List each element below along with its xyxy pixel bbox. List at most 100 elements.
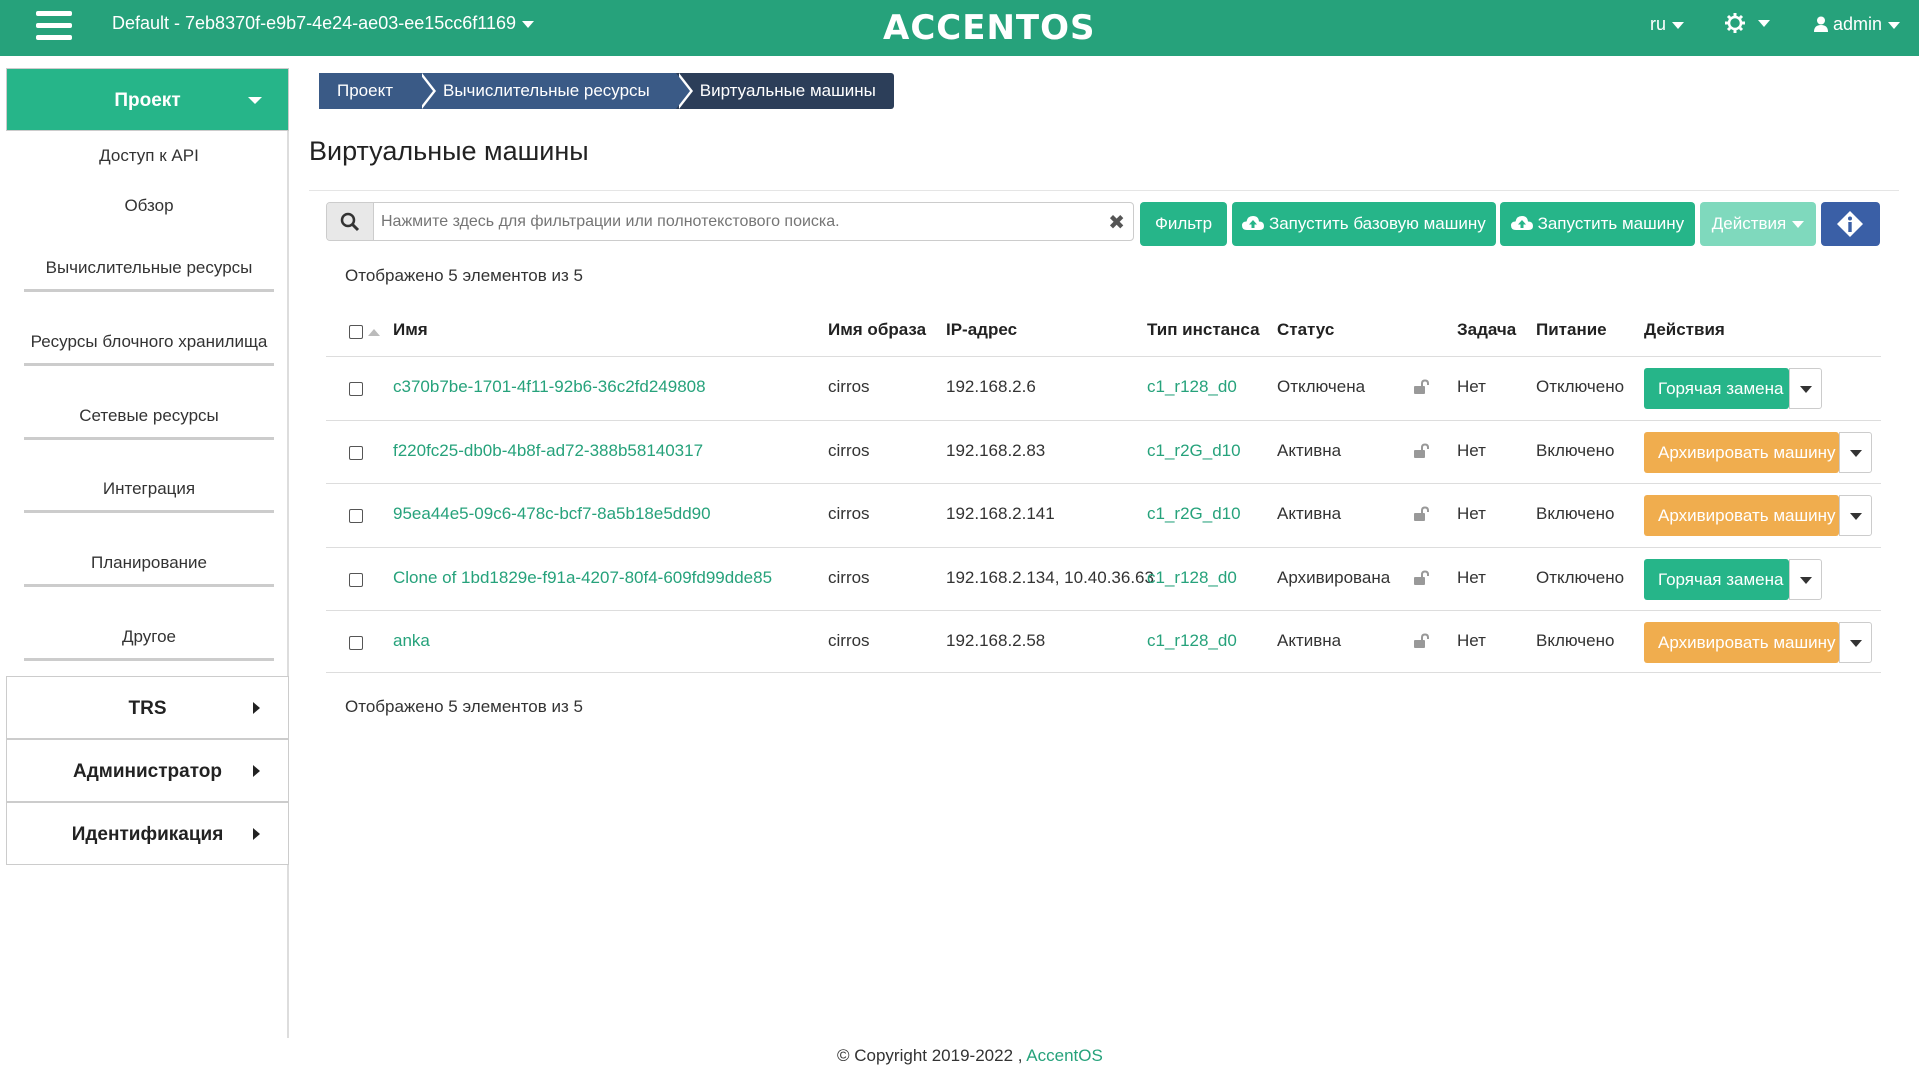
column-header-image[interactable]: Имя образа [828, 320, 926, 340]
chevron-down-icon [1800, 386, 1812, 393]
unlock-icon [1414, 633, 1429, 648]
unlock-icon [1414, 443, 1429, 458]
menu-icon[interactable] [36, 11, 72, 43]
breadcrumb: Проект Вычислительные ресурсы Виртуальны… [319, 73, 894, 109]
archive-instance-button[interactable]: Архивировать машину [1644, 495, 1839, 536]
button-label: Запустить машину [1537, 214, 1685, 233]
chevron-down-icon [1850, 513, 1862, 520]
instance-flavor-link[interactable]: c1_r128_d0 [1147, 631, 1237, 651]
chevron-down-icon [1792, 221, 1805, 229]
instance-image: cirros [828, 631, 870, 650]
search-box: ✖ [326, 202, 1134, 241]
breadcrumb-project[interactable]: Проект [319, 73, 436, 109]
page-title: Виртуальные машины [309, 136, 589, 166]
chevron-down-icon [1800, 577, 1812, 584]
footer-brand-link[interactable]: AccentOS [1026, 1046, 1103, 1065]
unlock-icon [1414, 570, 1429, 585]
breadcrumb-label: Виртуальные машины [699, 81, 876, 100]
instance-flavor-link[interactable]: c1_r128_d0 [1147, 377, 1237, 397]
language-selector[interactable]: ru [1650, 14, 1685, 35]
search-input[interactable] [381, 203, 1101, 240]
row-actions-dropdown[interactable] [1839, 622, 1872, 663]
instance-name-link[interactable]: anka [393, 631, 430, 651]
sidebar-item-network[interactable]: Сетевые ресурсы [24, 406, 274, 440]
sidebar-item-overview[interactable]: Обзор [24, 196, 274, 216]
instance-name-link[interactable]: Clone of 1bd1829e-f91a-4207-80f4-609fd99… [393, 568, 772, 588]
sort-asc-icon[interactable] [368, 328, 380, 336]
instance-name-link[interactable]: 95ea44e5-09c6-478c-bcf7-8a5b18e5dd90 [393, 504, 711, 524]
instance-name-link[interactable]: c370b7be-1701-4f11-92b6-36c2fd249808 [393, 377, 706, 397]
sidebar-item-api-access[interactable]: Доступ к API [24, 146, 274, 166]
instance-task: Нет [1457, 504, 1486, 523]
column-header-task[interactable]: Задача [1457, 320, 1516, 340]
archive-instance-button[interactable]: Архивировать машину [1644, 622, 1839, 663]
actions-dropdown[interactable]: Действия [1700, 202, 1816, 246]
table-row: c370b7be-1701-4f11-92b6-36c2fd249808 cirr… [326, 356, 1881, 419]
launch-machine-button[interactable]: Запустить машину [1500, 202, 1695, 246]
project-name: Default - 7eb8370f-e9b7-4e24-ae03-ee15cc… [112, 13, 516, 33]
launch-base-machine-button[interactable]: Запустить базовую машину [1232, 202, 1496, 246]
instance-flavor-link[interactable]: c1_r2G_d10 [1147, 441, 1241, 461]
column-header-status[interactable]: Статус [1277, 320, 1334, 340]
instance-flavor-link[interactable]: c1_r128_d0 [1147, 568, 1237, 588]
instance-status: Активна [1277, 441, 1342, 460]
info-button[interactable] [1821, 202, 1880, 246]
instance-status: Активна [1277, 631, 1342, 650]
items-count-bottom: Отображено 5 элементов из 5 [345, 697, 583, 716]
row-checkbox[interactable] [349, 382, 363, 396]
instance-flavor-link[interactable]: c1_r2G_d10 [1147, 504, 1241, 524]
row-checkbox[interactable] [349, 573, 363, 587]
row-actions-dropdown[interactable] [1789, 559, 1822, 600]
search-button[interactable] [327, 203, 374, 240]
user-menu[interactable]: admin [1814, 14, 1901, 35]
gear-icon [1725, 13, 1745, 34]
instance-task: Нет [1457, 631, 1486, 650]
chevron-right-icon [253, 828, 260, 840]
row-actions-dropdown[interactable] [1789, 368, 1822, 409]
row-checkbox[interactable] [349, 446, 363, 460]
row-checkbox[interactable] [349, 636, 363, 650]
instance-name-link[interactable]: f220fc25-db0b-4b8f-ad72-388b58140317 [393, 441, 703, 461]
sidebar-item-planning[interactable]: Планирование [24, 553, 274, 587]
archive-instance-button[interactable]: Архивировать машину [1644, 432, 1839, 473]
sidebar-section-label: Проект [114, 90, 181, 111]
sidebar-item-compute[interactable]: Вычислительные ресурсы [24, 258, 274, 292]
column-header-power[interactable]: Питание [1536, 320, 1607, 340]
column-header-actions: Действия [1644, 320, 1725, 339]
sidebar-item-integration[interactable]: Интеграция [24, 479, 274, 513]
sidebar-section-trs[interactable]: TRS [6, 676, 289, 739]
sidebar-section-admin[interactable]: Администратор [6, 739, 289, 802]
items-count-top: Отображено 5 элементов из 5 [345, 266, 583, 285]
instance-image: cirros [828, 504, 870, 523]
info-icon [1837, 211, 1863, 237]
hot-swap-button[interactable]: Горячая замена [1644, 368, 1789, 409]
chevron-down-icon [1758, 19, 1770, 27]
chevron-down-icon [1888, 21, 1901, 29]
column-header-ip[interactable]: IP-адрес [946, 320, 1017, 340]
close-icon[interactable]: ✖ [1108, 210, 1125, 235]
sidebar-section-project[interactable]: Проект [6, 68, 289, 131]
sidebar-section-identity[interactable]: Идентификация [6, 802, 289, 865]
language-label: ru [1650, 14, 1667, 34]
row-checkbox[interactable] [349, 509, 363, 523]
column-header-name[interactable]: Имя [393, 320, 428, 340]
sidebar-item-other[interactable]: Другое [24, 627, 274, 661]
hot-swap-button[interactable]: Горячая замена [1644, 559, 1789, 600]
breadcrumb-label: Вычислительные ресурсы [443, 81, 650, 100]
select-all-checkbox[interactable] [349, 325, 363, 339]
chevron-down-icon [1672, 21, 1685, 29]
table-row: anka cirros 192.168.2.58 c1_r128_d0 Активна Н… [326, 610, 1881, 673]
row-actions-dropdown[interactable] [1839, 495, 1872, 536]
column-header-flavor[interactable]: Тип инстанса [1147, 320, 1260, 340]
breadcrumb-label: Проект [337, 81, 393, 100]
unlock-icon [1414, 506, 1429, 521]
project-selector[interactable]: Default - 7eb8370f-e9b7-4e24-ae03-ee15cc… [112, 13, 534, 34]
top-bar: Default - 7eb8370f-e9b7-4e24-ae03-ee15cc… [0, 0, 1919, 56]
settings-menu[interactable] [1724, 12, 1770, 34]
filter-button[interactable]: Фильтр [1140, 202, 1227, 246]
row-actions-dropdown[interactable] [1839, 432, 1872, 473]
breadcrumb-compute[interactable]: Вычислительные ресурсы [419, 73, 693, 109]
sidebar-item-block-storage[interactable]: Ресурсы блочного хранилища [24, 332, 274, 366]
instance-ip: 192.168.2.58 [946, 631, 1046, 650]
table-row: Clone of 1bd1829e-f91a-4207-80f4-609fd99… [326, 547, 1881, 610]
